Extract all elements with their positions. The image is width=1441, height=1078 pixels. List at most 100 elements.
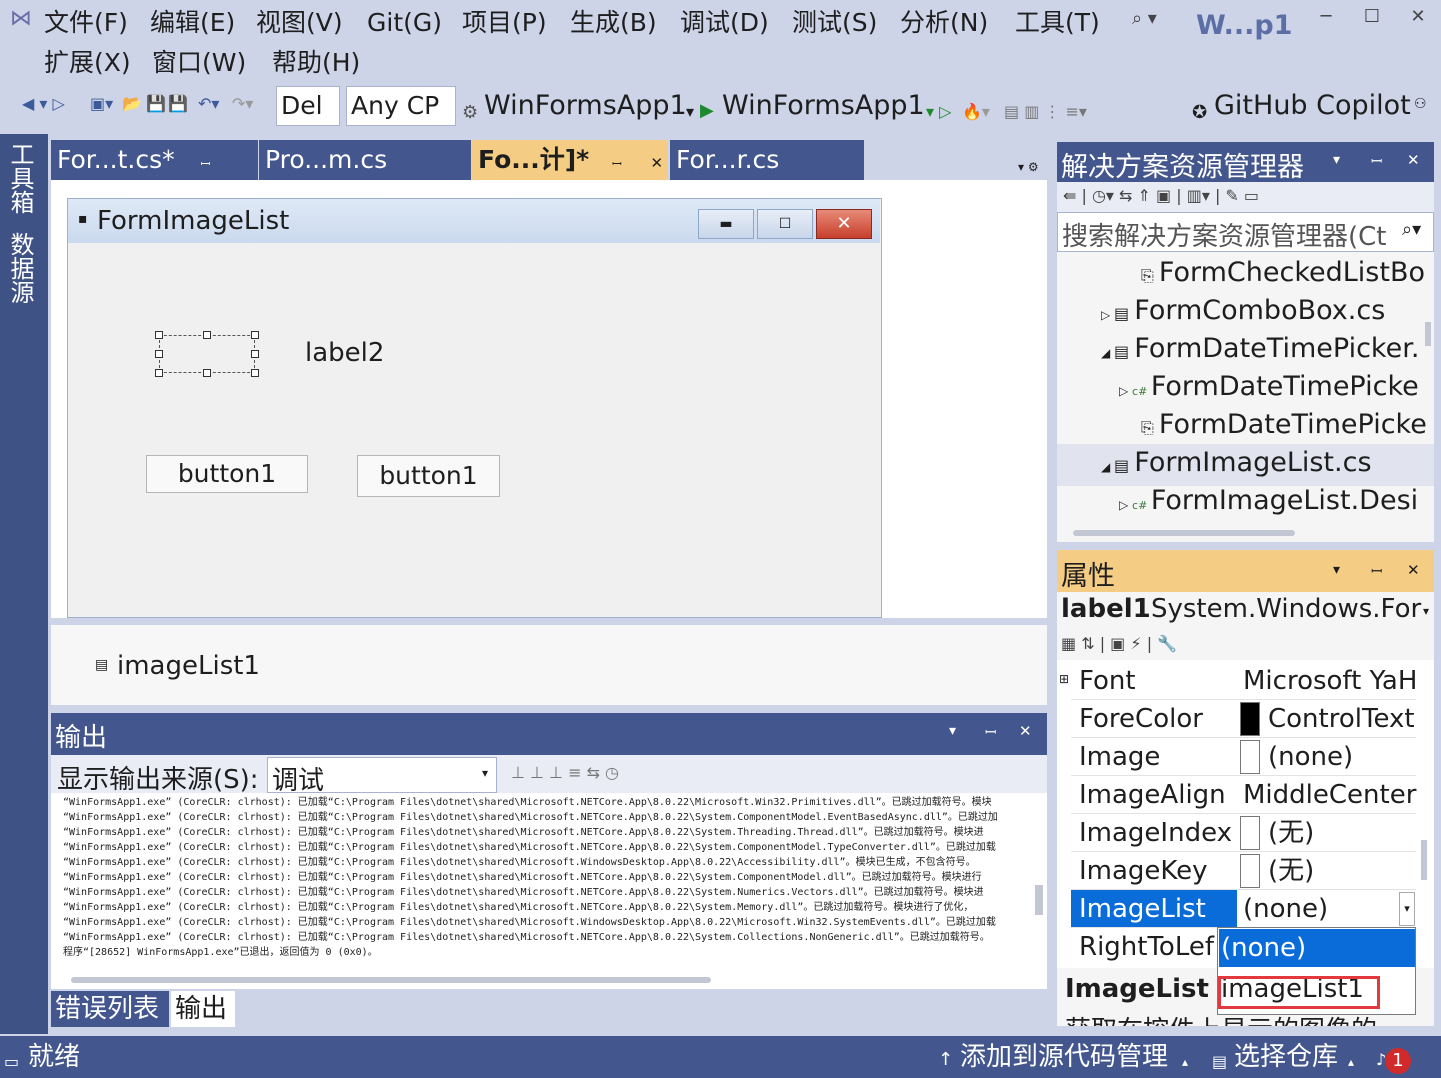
tab-overflow-icon[interactable]: ▾ ⚙ <box>1018 160 1039 174</box>
se-hscrollbar[interactable] <box>1073 530 1295 536</box>
tree-item-selected[interactable]: ◢ ▤ FormImageList.cs <box>1057 444 1434 486</box>
tree-item[interactable]: ▷ ▤ FormComboBox.cs <box>1101 292 1385 334</box>
tree-item[interactable]: ▷ c# FormDateTimePicke <box>1119 368 1419 411</box>
output-vscrollbar[interactable] <box>1035 885 1043 915</box>
properties-menu-icon[interactable]: ▾ <box>1333 562 1340 578</box>
output-close-icon[interactable]: ✕ <box>1019 722 1032 740</box>
menu-tools[interactable]: 工具(T) <box>1015 8 1100 38</box>
search-icon[interactable]: ⌕ ▾ <box>1132 8 1157 29</box>
tree-item[interactable]: ◢ ▤ FormDateTimePicker. <box>1101 330 1419 372</box>
run-target-button[interactable]: WinFormsApp1 <box>722 88 925 124</box>
prop-value[interactable]: Microsoft YaH <box>1243 662 1417 700</box>
expand-icon[interactable]: ▷ <box>1101 308 1114 322</box>
properties-object-select[interactable]: label1 System.Windows.For ▾ <box>1057 592 1434 632</box>
tab-program-cs[interactable]: Pro...m.cs <box>259 140 471 180</box>
tab-form-designer[interactable]: Fo...计]* ꟷ ✕ <box>472 140 668 180</box>
prop-value[interactable]: (none) <box>1243 890 1328 928</box>
designer-form[interactable] <box>67 198 882 618</box>
prop-value[interactable]: (无) <box>1268 814 1314 852</box>
output-source-select[interactable]: 调试 ▾ <box>267 757 497 796</box>
imagelist1-component[interactable]: imageList1 <box>117 651 260 681</box>
menu-file[interactable]: 文件(F) <box>44 8 128 38</box>
back-icon[interactable]: ◀ ▾ ▷ <box>22 94 65 113</box>
hot-reload-icon[interactable]: 🔥▾ <box>962 94 990 130</box>
add-source-control-button[interactable]: 添加到源代码管理 <box>960 1039 1168 1075</box>
solution-config-select[interactable]: Del <box>276 86 340 126</box>
menu-help[interactable]: 帮助(H) <box>272 48 360 78</box>
startup-project-select[interactable]: WinFormsApp1 <box>484 88 687 124</box>
collapse-icon[interactable]: ◢ <box>1101 460 1114 474</box>
expand-font-icon[interactable]: ⊞ <box>1059 672 1069 686</box>
notification-badge[interactable]: 1 <box>1385 1048 1411 1074</box>
prop-value[interactable]: (none) <box>1268 738 1353 776</box>
menu-edit[interactable]: 编辑(E) <box>150 8 235 38</box>
toolbox-tab[interactable]: 工具箱 <box>6 142 38 214</box>
toolbar-misc-icons[interactable]: ▤ ▥ ⋮ ≡▾ <box>1004 94 1087 130</box>
form-close-button[interactable]: ✕ <box>816 209 872 239</box>
menu-extensions[interactable]: 扩展(X) <box>44 48 131 78</box>
properties-vscrollbar[interactable] <box>1421 840 1427 880</box>
platform-select[interactable]: Any CP <box>346 86 456 126</box>
menu-window[interactable]: 窗口(W) <box>152 48 246 78</box>
menu-debug[interactable]: 调试(D) <box>680 8 769 38</box>
select-repo-button[interactable]: 选择仓库 <box>1234 1039 1338 1075</box>
menu-analyze[interactable]: 分析(N) <box>900 8 988 38</box>
output-toolbar-icons[interactable]: ⊥ ⊥ ⊥ ≡ ⇆ ◷ <box>511 763 619 782</box>
form-maximize-button[interactable]: ☐ <box>757 209 813 239</box>
output-hscrollbar[interactable] <box>71 977 711 983</box>
tree-item[interactable]: ▷ c# FormImageList.Desi <box>1119 482 1418 525</box>
expand-icon[interactable]: ▷ <box>1119 498 1132 512</box>
prop-value[interactable]: ControlText <box>1268 700 1415 738</box>
open-icon[interactable]: 📂 <box>122 94 142 113</box>
undo-icon[interactable]: ↶▾ <box>198 94 219 113</box>
tree-item[interactable]: ⎘ FormCheckedListBo <box>1141 254 1425 295</box>
redo-icon[interactable]: ↷▾ <box>232 94 253 113</box>
datasource-tab[interactable]: 数据源 <box>6 232 38 304</box>
run-without-debug-icon[interactable]: ▾ ▷ <box>926 94 951 130</box>
label2-control[interactable]: label2 <box>305 338 384 368</box>
solution-search-input[interactable]: 搜索解决方案资源管理器(Ct ⌕▾ <box>1057 212 1434 252</box>
properties-close-icon[interactable]: ✕ <box>1407 561 1420 579</box>
button1b-control[interactable]: button1 <box>357 455 500 497</box>
dropdown-option-none[interactable]: (none) <box>1219 929 1415 967</box>
se-menu-icon[interactable]: ▾ <box>1333 152 1340 168</box>
minimize-icon[interactable]: ─ <box>1306 6 1346 34</box>
menu-test[interactable]: 测试(S) <box>792 8 877 38</box>
save-all-icon[interactable]: 💾 <box>168 94 188 113</box>
pin-icon[interactable]: ꟷ <box>612 157 622 171</box>
pin-icon[interactable]: ꟷ <box>201 157 211 171</box>
maximize-icon[interactable]: ☐ <box>1352 6 1392 34</box>
se-toolbar-icons[interactable]: ⇚ | ◷▾ ⇆ ⇑ ▣ | ▥▾ | ✎ ▭ <box>1063 186 1259 205</box>
menu-project[interactable]: 项目(P) <box>462 8 547 38</box>
output-pin-icon[interactable]: ꟷ <box>985 723 996 742</box>
tree-item[interactable]: ⎘ FormDateTimePicke <box>1141 406 1427 447</box>
prop-dropdown-button[interactable]: ▾ <box>1399 892 1415 926</box>
menu-build[interactable]: 生成(B) <box>570 8 657 38</box>
tab-form-cs[interactable]: For...t.cs* ꟷ <box>51 140 258 180</box>
vs-logo-icon[interactable]: ⋈ <box>10 6 32 31</box>
expand-icon[interactable]: ▷ <box>1119 384 1132 398</box>
github-copilot-button[interactable]: GitHub Copilot <box>1214 88 1411 124</box>
output-menu-icon[interactable]: ▾ <box>949 723 956 739</box>
tab-form-r-cs[interactable]: For...r.cs <box>670 140 864 180</box>
copilot-badge-icon[interactable]: ⚇ <box>1414 86 1427 122</box>
se-pin-icon[interactable]: ꟷ <box>1371 152 1382 171</box>
output-log[interactable]: “WinFormsApp1.exe” (CoreCLR: clrhost): 已… <box>51 793 1047 989</box>
resize-handles[interactable] <box>155 331 259 377</box>
startup-dropdown-icon[interactable]: ▾ <box>686 94 694 130</box>
collapse-icon[interactable]: ◢ <box>1101 346 1114 360</box>
form-minimize-button[interactable]: ▬ <box>698 209 754 239</box>
se-vscrollbar[interactable] <box>1425 322 1431 346</box>
tab-error-list[interactable]: 错误列表 <box>51 991 169 1027</box>
tab-output[interactable]: 输出 <box>171 991 235 1027</box>
start-debug-icon[interactable]: ▶ <box>700 93 714 129</box>
menu-view[interactable]: 视图(V) <box>256 8 343 38</box>
properties-pin-icon[interactable]: ꟷ <box>1371 562 1382 581</box>
se-close-icon[interactable]: ✕ <box>1407 151 1420 169</box>
save-icon[interactable]: 💾 <box>146 94 166 113</box>
prop-value[interactable]: (无) <box>1268 852 1314 890</box>
prop-value[interactable]: MiddleCenter <box>1243 776 1416 814</box>
tab-close-icon[interactable]: ✕ <box>650 154 663 172</box>
button1-control[interactable]: button1 <box>146 455 308 493</box>
close-icon[interactable]: ✕ <box>1398 6 1438 34</box>
